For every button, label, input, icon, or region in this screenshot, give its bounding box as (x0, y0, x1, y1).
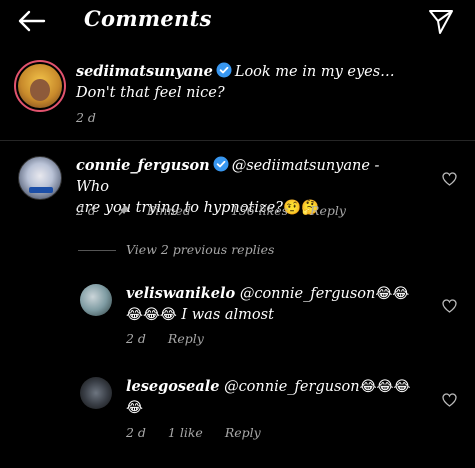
post-caption: sediimatsunyane Look me in my eyes… Don't… (0, 52, 475, 132)
reply-button[interactable]: Reply (225, 425, 261, 440)
reply-meta: 2 d Reply (126, 331, 222, 346)
comment-meta: 2 d Pinned 156 likes Reply (76, 203, 364, 218)
reply-text: lesegoseale @connie_ferguson😂😂😂 😂 (126, 376, 426, 419)
avatar[interactable] (80, 377, 112, 409)
caption-username[interactable]: sediimatsunyane (76, 63, 213, 80)
emoji-laughing: 😂😂😂 (126, 307, 177, 323)
caption-line-2: Don't that feel nice? (76, 85, 225, 101)
back-arrow-icon[interactable] (16, 8, 48, 34)
emoji-laughing: 😂😂😂 (359, 379, 411, 395)
avatar[interactable] (80, 284, 112, 316)
view-previous-replies[interactable]: View 2 previous replies (78, 242, 274, 257)
heart-icon[interactable] (442, 171, 457, 186)
comments-screen: Comments sediimatsunyane Look me in my ey… (0, 0, 475, 468)
mention-link[interactable]: @sediimatsunyane (232, 158, 370, 174)
emoji-laughing: 😂 (126, 400, 143, 416)
reply-timestamp: 2 d (126, 331, 146, 346)
avatar[interactable] (18, 156, 62, 200)
mention-link[interactable]: @connie_ferguson (224, 379, 360, 395)
reply-username[interactable]: veliswanikelo (126, 285, 235, 302)
header-bar: Comments (0, 0, 475, 42)
pinned-indicator: Pinned (118, 203, 209, 218)
verified-badge-icon (213, 156, 229, 172)
emoji-laughing: 😂😂 (375, 286, 410, 302)
comment-timestamp: 2 d (76, 203, 96, 218)
caption-timestamp: 2 d (76, 110, 96, 125)
likes-count[interactable]: 1 like (168, 425, 203, 440)
pinned-label: Pinned (146, 203, 191, 218)
caption-meta: 2 d (76, 110, 114, 125)
comment-username[interactable]: connie_ferguson (76, 157, 210, 174)
divider (0, 140, 475, 141)
reply-button[interactable]: Reply (310, 203, 346, 218)
reply-timestamp: 2 d (126, 425, 146, 440)
mention-link[interactable]: @connie_ferguson (240, 286, 376, 302)
caption-text: sediimatsunyane Look me in my eyes… Don't… (76, 61, 456, 104)
reply-button[interactable]: Reply (168, 331, 204, 346)
likes-count[interactable]: 156 likes (231, 203, 288, 218)
caption-line-1: Look me in my eyes… (234, 64, 395, 80)
send-icon[interactable] (427, 7, 455, 35)
page-title: Comments (84, 6, 212, 31)
heart-icon[interactable] (442, 298, 457, 313)
reply-text-part: I was almost (176, 307, 274, 323)
verified-badge-icon (216, 62, 232, 78)
heart-icon[interactable] (442, 392, 457, 407)
reply-username[interactable]: lesegoseale (126, 378, 219, 395)
reply-meta: 2 d 1 like Reply (126, 425, 279, 440)
reply-text: veliswanikelo @connie_ferguson😂😂 😂😂😂 I w… (126, 283, 426, 326)
pin-icon (118, 204, 130, 216)
avatar[interactable] (14, 60, 66, 112)
